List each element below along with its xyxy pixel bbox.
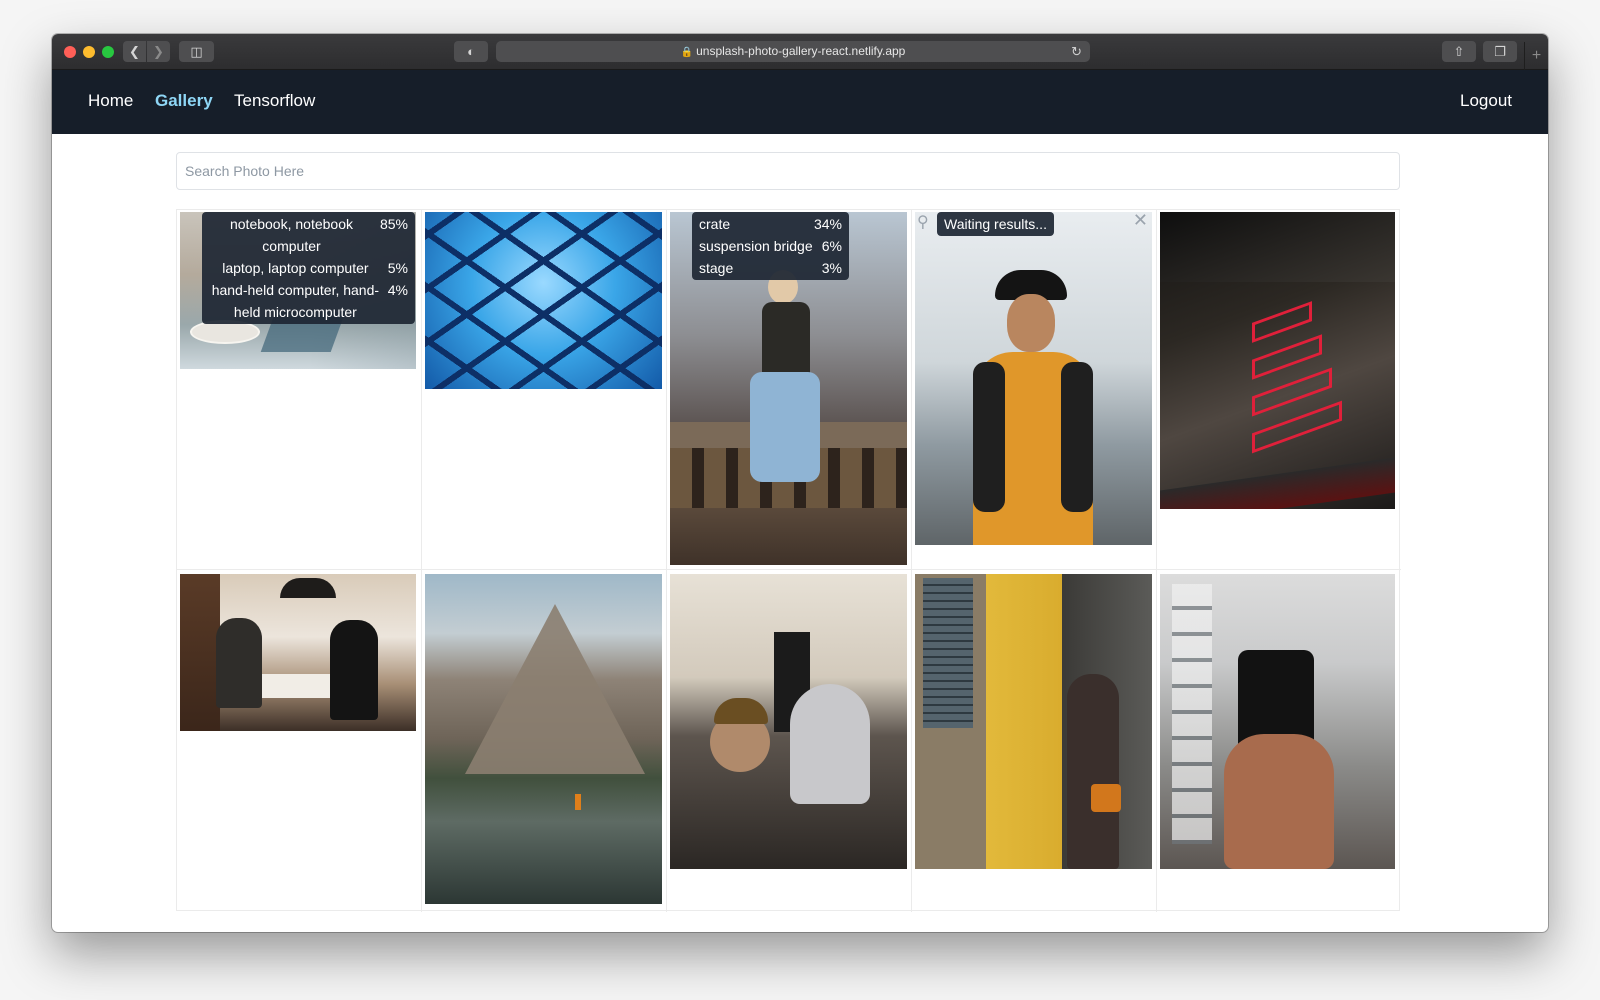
prediction-row: suspension bridge 6% xyxy=(699,235,842,257)
prediction-row: laptop, laptop computer 5% xyxy=(209,257,408,279)
forward-button[interactable]: ❯ xyxy=(147,41,170,62)
nav-home-link[interactable]: Home xyxy=(88,91,133,111)
building-blur-shape xyxy=(1172,584,1212,844)
lock-icon: 🔒 xyxy=(680,47,694,58)
photo-grid: notebook, notebook computer 85% laptop, l… xyxy=(176,209,1401,912)
neon-bar-shape xyxy=(1252,301,1312,343)
grid-cell xyxy=(422,210,667,570)
face-shape xyxy=(1007,294,1055,352)
address-bar[interactable]: 🔒 unsplash-photo-gallery-react.netlify.ap… xyxy=(496,41,1090,62)
grid-cell: crate 34% suspension bridge 6% stage 3% xyxy=(667,210,912,570)
grid-cell xyxy=(1157,570,1401,912)
prediction-label: stage xyxy=(699,260,734,276)
grid-cell xyxy=(422,570,667,912)
person-jeans-shape xyxy=(750,372,820,482)
prediction-percent: 85% xyxy=(379,216,408,232)
prediction-label: hand-held computer, hand-held microcompu… xyxy=(211,282,380,320)
prediction-label: notebook, notebook computer xyxy=(229,216,353,254)
reload-icon[interactable]: ↻ xyxy=(1071,41,1082,62)
prediction-label: laptop, laptop computer xyxy=(222,260,369,276)
grid-cell: ⚲ Waiting results... ✕ xyxy=(912,210,1157,570)
hand-shape xyxy=(1224,734,1334,869)
prediction-label: crate xyxy=(699,216,731,232)
grid-cell xyxy=(1157,210,1401,570)
prediction-percent: 5% xyxy=(387,260,408,276)
vest-left-shape xyxy=(973,362,1005,512)
nav-tensorflow-link[interactable]: Tensorflow xyxy=(234,91,315,111)
close-window-button[interactable] xyxy=(64,46,76,58)
awning-shape xyxy=(1160,457,1395,509)
grid-cell xyxy=(912,570,1157,912)
prediction-tooltip: notebook, notebook computer 85% laptop, l… xyxy=(202,212,415,324)
prediction-row: notebook, notebook computer 85% xyxy=(209,213,408,257)
top-navbar: Home Gallery Tensorflow Logout xyxy=(52,70,1548,134)
beanie-shape xyxy=(714,698,768,724)
search-icon[interactable]: ⚲ xyxy=(917,212,929,232)
neon-bar-shape xyxy=(1252,334,1322,380)
sidebar-toggle-icon[interactable]: ◫ xyxy=(179,41,214,62)
photo-mountain-lake[interactable] xyxy=(425,574,662,904)
waiting-results-badge: Waiting results... xyxy=(937,212,1054,236)
zoom-window-button[interactable] xyxy=(102,46,114,58)
back-button[interactable]: ❮ xyxy=(123,41,146,62)
share-icon[interactable]: ⇧ xyxy=(1442,41,1476,62)
photo-man-hoodie[interactable]: ⚲ Waiting results... ✕ xyxy=(915,212,1152,545)
privacy-shield-icon[interactable]: ◐ xyxy=(454,41,488,62)
prediction-row: crate 34% xyxy=(699,213,842,235)
grid-cell xyxy=(177,570,422,912)
new-tab-icon[interactable]: + xyxy=(1524,42,1548,70)
grid-cell: notebook, notebook computer 85% laptop, l… xyxy=(177,210,422,570)
tab-overview-icon[interactable]: ❐ xyxy=(1483,41,1517,62)
url-text: unsplash-photo-gallery-react.netlify.app xyxy=(696,44,906,58)
prediction-row: hand-held computer, hand-held microcompu… xyxy=(209,279,408,323)
staircase-shape xyxy=(180,574,220,731)
grid-cell xyxy=(667,570,912,912)
search-input[interactable] xyxy=(176,152,1400,190)
pendant-lamp-shape xyxy=(280,578,336,598)
prediction-row: stage 3% xyxy=(699,257,842,279)
woman-shape xyxy=(1067,674,1119,869)
nav-gallery-link[interactable]: Gallery xyxy=(155,91,213,111)
person-body-shape xyxy=(762,302,810,382)
orange-bag-shape xyxy=(1091,784,1121,812)
photo-camera-lens[interactable] xyxy=(1160,574,1395,869)
photo-woman-camera[interactable] xyxy=(915,574,1152,869)
photo-meeting[interactable] xyxy=(180,574,416,731)
mountain-peak-shape xyxy=(465,604,645,774)
prediction-percent: 34% xyxy=(813,216,842,232)
woman-shape xyxy=(330,620,378,720)
photo-protest-crowd[interactable] xyxy=(670,574,907,869)
browser-titlebar: ❮ ❯ ◫ ◐ 🔒 unsplash-photo-gallery-react.ne… xyxy=(52,34,1548,70)
logout-link[interactable]: Logout xyxy=(1460,91,1512,111)
close-icon[interactable]: ✕ xyxy=(1133,212,1148,231)
photo-neon-sign[interactable] xyxy=(1160,212,1395,509)
hooded-person-shape xyxy=(790,684,870,804)
prediction-tooltip: crate 34% suspension bridge 6% stage 3% xyxy=(692,212,849,280)
photo-glass-ceiling[interactable] xyxy=(425,212,662,389)
vest-right-shape xyxy=(1061,362,1093,512)
hiker-shape xyxy=(575,794,581,810)
prediction-percent: 3% xyxy=(821,260,842,276)
prediction-label: suspension bridge xyxy=(699,238,813,254)
browser-window: ❮ ❯ ◫ ◐ 🔒 unsplash-photo-gallery-react.ne… xyxy=(52,34,1548,932)
prediction-percent: 4% xyxy=(387,282,408,298)
man-shape xyxy=(216,618,262,708)
ceiling-shape xyxy=(1160,212,1395,282)
minimize-window-button[interactable] xyxy=(83,46,95,58)
shutters-shape xyxy=(923,578,973,728)
photo-woman-bridge[interactable]: crate 34% suspension bridge 6% stage 3% xyxy=(670,212,907,565)
photo-laptop[interactable]: notebook, notebook computer 85% laptop, l… xyxy=(180,212,416,369)
prediction-percent: 6% xyxy=(821,238,842,254)
